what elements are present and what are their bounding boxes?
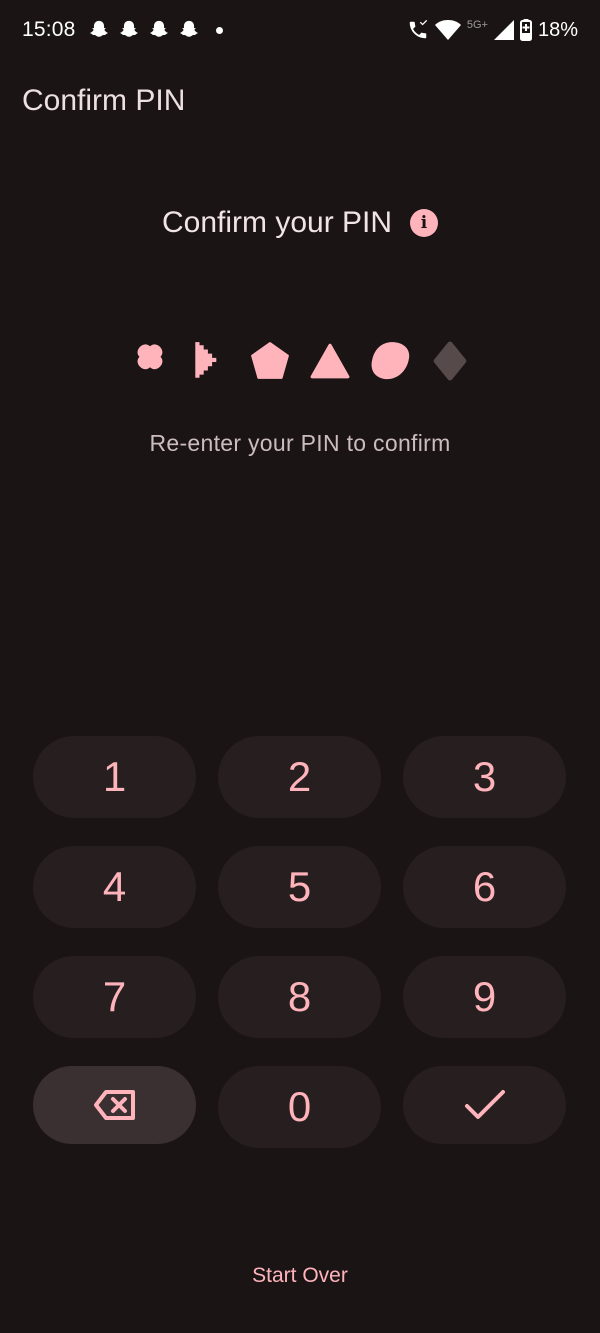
key-3[interactable]: 3 <box>403 736 566 818</box>
key-9[interactable]: 9 <box>403 956 566 1038</box>
key-8[interactable]: 8 <box>218 956 381 1038</box>
pin-shape-triangle-icon <box>310 343 350 379</box>
snapchat-icon <box>119 20 138 37</box>
key-5[interactable]: 5 <box>218 846 381 928</box>
check-icon <box>464 1090 505 1119</box>
wifi-icon <box>434 20 461 40</box>
pin-instructions: Re-enter your PIN to confirm <box>149 430 451 456</box>
battery-percent: 18% <box>537 18 578 41</box>
confirm-button[interactable] <box>403 1066 566 1144</box>
pin-indicator <box>0 336 600 386</box>
snapchat-icon <box>89 20 108 37</box>
pin-shape-flower-icon <box>137 344 163 370</box>
battery-icon <box>519 19 532 41</box>
info-icon[interactable]: i <box>410 209 439 237</box>
backspace-icon <box>93 1090 135 1120</box>
key-4[interactable]: 4 <box>33 846 196 928</box>
backspace-button[interactable] <box>33 1066 196 1144</box>
key-0[interactable]: 0 <box>218 1066 381 1148</box>
key-7[interactable]: 7 <box>33 956 196 1038</box>
heading-row: Confirm your PIN i <box>0 200 600 246</box>
cell-signal-icon <box>493 20 514 40</box>
wifi-calling-icon <box>409 19 428 39</box>
status-bar: 15:08 5G+ 18% <box>0 0 600 60</box>
key-2[interactable]: 2 <box>218 736 381 818</box>
keypad: 1 2 3 4 5 6 7 8 9 0 <box>33 736 567 1148</box>
key-1[interactable]: 1 <box>33 736 196 818</box>
status-time: 15:08 <box>22 18 76 41</box>
app-bar-title: Confirm PIN <box>22 84 186 117</box>
status-left: 15:08 <box>22 18 223 42</box>
start-over-button[interactable]: Start Over <box>0 1264 600 1288</box>
pin-shape-pentagon-icon <box>251 342 289 379</box>
snapchat-icon <box>179 20 198 37</box>
pin-shape-hexagon-empty-icon <box>433 341 467 381</box>
more-notifications-dot <box>215 26 223 34</box>
snapchat-icon <box>149 20 168 37</box>
pin-shape-staircase-icon <box>195 342 217 378</box>
page-heading: Confirm your PIN <box>161 206 393 239</box>
network-type-label: 5G+ <box>466 19 488 31</box>
key-6[interactable]: 6 <box>403 846 566 928</box>
status-right: 5G+ 18% <box>407 19 578 42</box>
pin-shape-blob-icon <box>371 342 410 380</box>
